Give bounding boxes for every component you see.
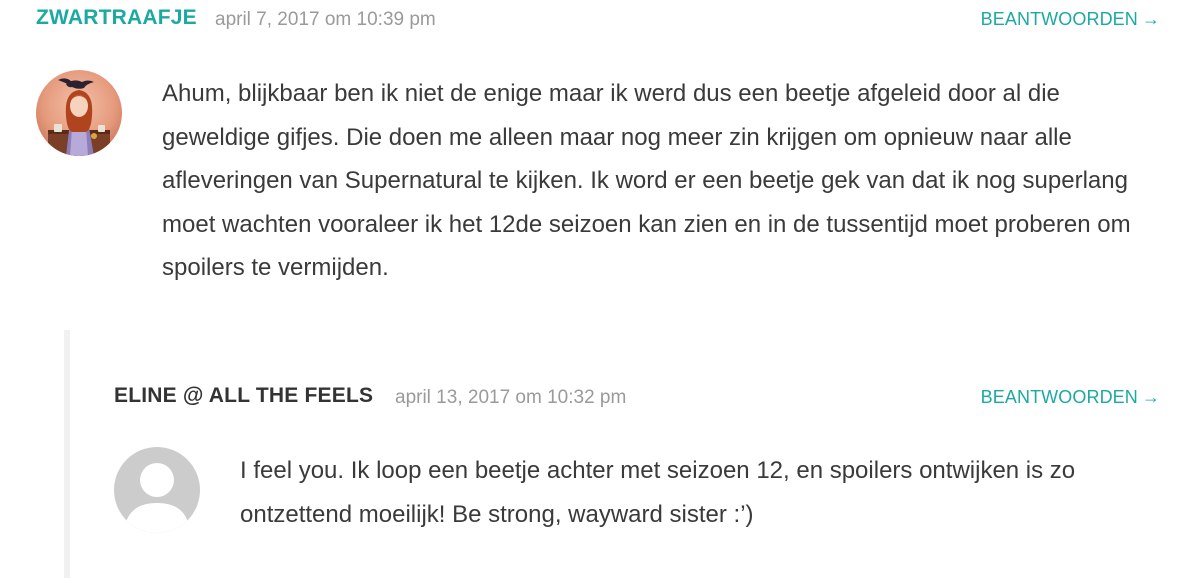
reply-label: BEANTWOORDEN: [980, 387, 1138, 407]
avatar: [114, 447, 200, 533]
arrow-right-icon: →: [1141, 387, 1160, 407]
comment-content: Ahum, blijkbaar ben ik niet de enige maa…: [162, 80, 1131, 281]
default-person-avatar-icon: [114, 447, 200, 533]
reply-button[interactable]: BEANTWOORDEN →: [981, 9, 1160, 30]
illustrated-avatar-icon: [36, 70, 122, 156]
reply-button[interactable]: BEANTWOORDEN →: [981, 387, 1160, 408]
comment-header: ELINE @ ALL THE FEELS april 13, 2017 om …: [0, 378, 1196, 408]
reply-label: BEANTWOORDEN: [980, 9, 1138, 29]
comment-author-link[interactable]: ELINE @ ALL THE FEELS: [114, 384, 373, 408]
comments-section: ZWARTRAAFJE april 7, 2017 om 10:39 pm BE…: [0, 0, 1196, 578]
comment-header: ZWARTRAAFJE april 7, 2017 om 10:39 pm BE…: [0, 0, 1196, 30]
comment-author-link[interactable]: ZWARTRAAFJE: [36, 6, 197, 30]
comment-timestamp-link[interactable]: april 13, 2017 om 10:32 pm: [395, 387, 626, 409]
comment-timestamp-link[interactable]: april 7, 2017 om 10:39 pm: [215, 9, 436, 31]
reply-thread-line: [64, 330, 70, 578]
comment-content: I feel you. Ik loop een beetje achter me…: [240, 457, 1076, 528]
arrow-right-icon: →: [1141, 9, 1160, 29]
avatar: [36, 70, 122, 156]
